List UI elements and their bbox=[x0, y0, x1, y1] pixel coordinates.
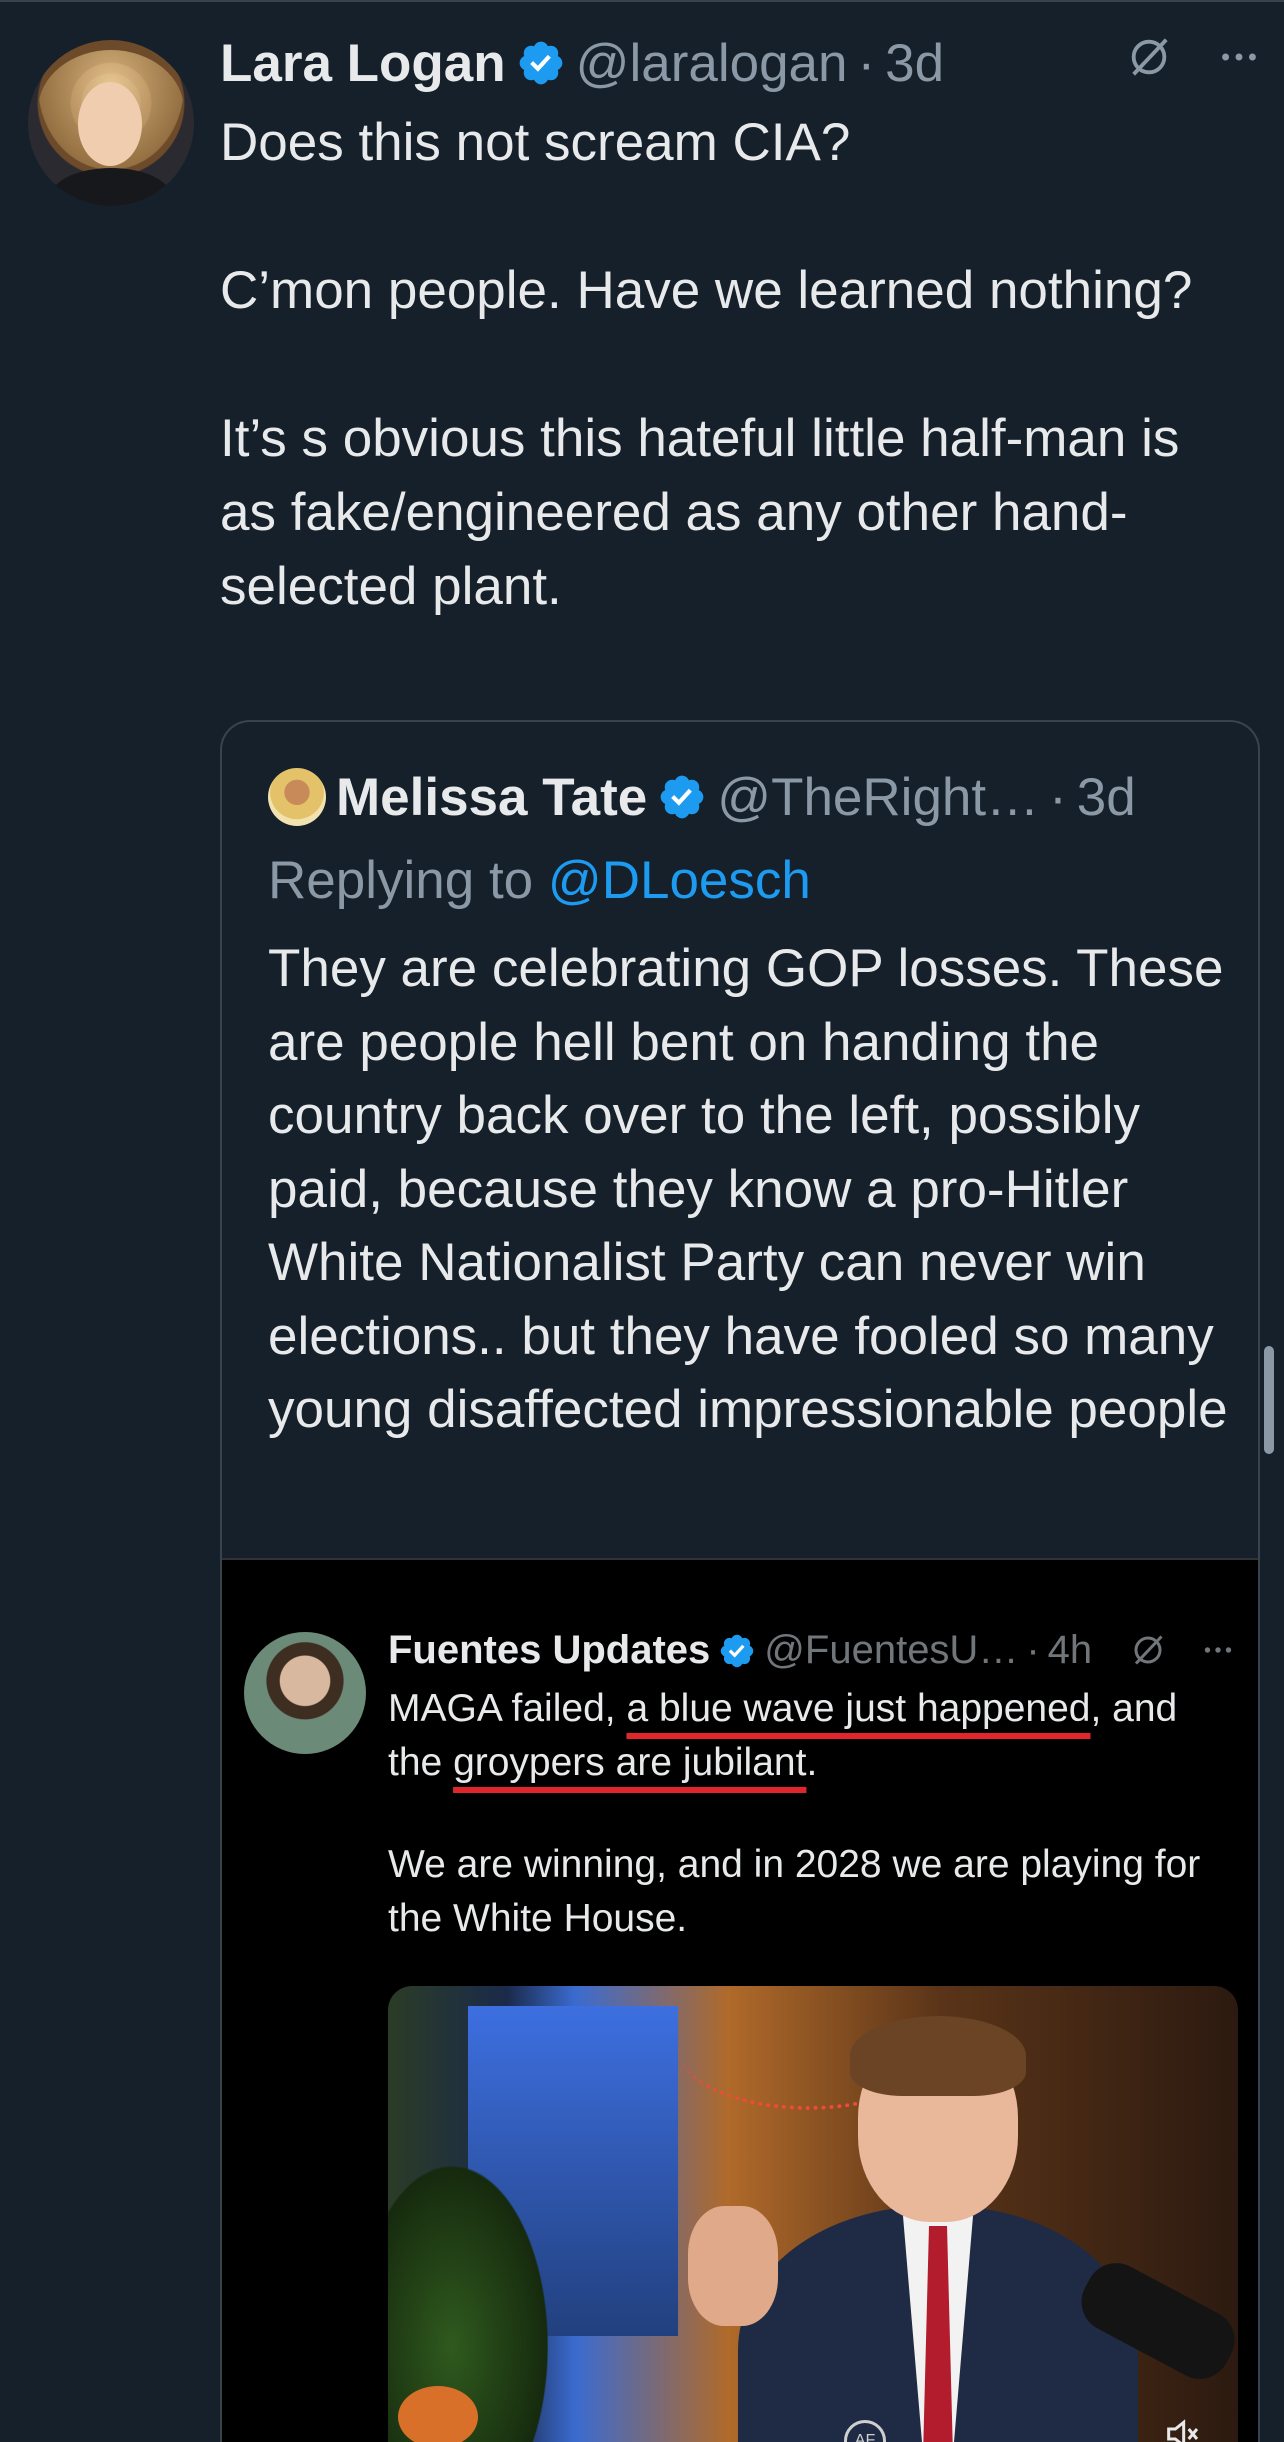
quote-text: They are celebrating GOP losses. These a… bbox=[268, 939, 1228, 1439]
quote-avatar[interactable] bbox=[268, 768, 326, 826]
divider bbox=[0, 0, 1284, 2]
verified-badge-icon bbox=[721, 1634, 754, 1667]
volume-mute-icon bbox=[1162, 2414, 1202, 2442]
video-person-hand bbox=[688, 2206, 778, 2326]
quote-author-name[interactable]: Melissa Tate bbox=[336, 767, 647, 828]
more-icon bbox=[1200, 1632, 1236, 1673]
timestamp[interactable]: 3d bbox=[885, 33, 944, 94]
underlined-phrase: groypers are jubilant bbox=[453, 1741, 807, 1784]
embedded-header: Fuentes Updates @FuentesU… · 4h bbox=[388, 1628, 1092, 1673]
embedded-video: AF bbox=[388, 1986, 1238, 2442]
separator: · bbox=[1049, 767, 1067, 827]
avatar-face bbox=[78, 82, 142, 166]
embedded-header-actions bbox=[1130, 1632, 1236, 1673]
tweet-paragraph: Does this not scream CIA? bbox=[220, 113, 851, 172]
more-icon[interactable] bbox=[1216, 34, 1262, 85]
separator: · bbox=[1026, 1628, 1040, 1672]
embedded-paragraph: We are winning, and in 2028 we are playi… bbox=[388, 1843, 1201, 1940]
verified-badge-icon bbox=[519, 41, 563, 85]
tweet-header: Lara Logan @laralogan · 3d bbox=[220, 28, 944, 98]
video-pumpkin bbox=[398, 2386, 478, 2442]
embedded-author-handle: @FuentesU… bbox=[764, 1628, 1019, 1672]
tweet-paragraph: C’mon people. Have we learned nothing? bbox=[220, 261, 1193, 320]
tweet-text: Does this not scream CIA? C’mon people. … bbox=[220, 106, 1250, 624]
author-name[interactable]: Lara Logan bbox=[220, 33, 506, 94]
slashed-circle-icon[interactable] bbox=[1126, 34, 1172, 85]
quote-header: Melissa Tate @TheRight… · 3d bbox=[268, 762, 1136, 832]
replying-prefix: Replying to bbox=[268, 851, 534, 910]
tweet[interactable]: Lara Logan @laralogan · 3d Does this not… bbox=[0, 0, 1284, 2442]
avatar-shoulders bbox=[50, 168, 172, 206]
embedded-author-name: Fuentes Updates bbox=[388, 1628, 711, 1672]
avatar[interactable] bbox=[28, 40, 194, 206]
embedded-text: MAGA failed, a blue wave just happened, … bbox=[388, 1682, 1238, 1946]
replying-mention[interactable]: @DLoesch bbox=[548, 851, 811, 910]
quote-author-handle[interactable]: @TheRight… bbox=[717, 767, 1039, 828]
video-person-hair bbox=[850, 2016, 1026, 2096]
text-run: MAGA failed, bbox=[388, 1687, 627, 1730]
embedded-screenshot[interactable]: Fuentes Updates @FuentesU… · 4h MAGA fai… bbox=[222, 1558, 1258, 2442]
separator: · bbox=[857, 33, 876, 93]
embedded-timestamp: 4h bbox=[1047, 1628, 1093, 1672]
quote-tweet[interactable]: Melissa Tate @TheRight… · 3d Replying to… bbox=[220, 720, 1260, 2442]
text-run: . bbox=[806, 1741, 818, 1784]
embedded-avatar bbox=[244, 1632, 366, 1754]
underlined-phrase: a blue wave just happened bbox=[626, 1687, 1091, 1730]
header-actions bbox=[1126, 34, 1262, 85]
tweet-paragraph: It’s s obvious this hateful little half-… bbox=[220, 409, 1180, 616]
quote-timestamp[interactable]: 3d bbox=[1077, 767, 1136, 828]
author-handle[interactable]: @laralogan bbox=[576, 33, 848, 94]
slashed-circle-icon bbox=[1130, 1632, 1166, 1673]
embedded-paragraph: MAGA failed, a blue wave just happened, … bbox=[388, 1682, 1238, 1790]
scrollbar[interactable] bbox=[1264, 1346, 1274, 1454]
verified-badge-icon bbox=[660, 775, 704, 819]
replying-to: Replying to @DLoesch bbox=[268, 850, 811, 911]
